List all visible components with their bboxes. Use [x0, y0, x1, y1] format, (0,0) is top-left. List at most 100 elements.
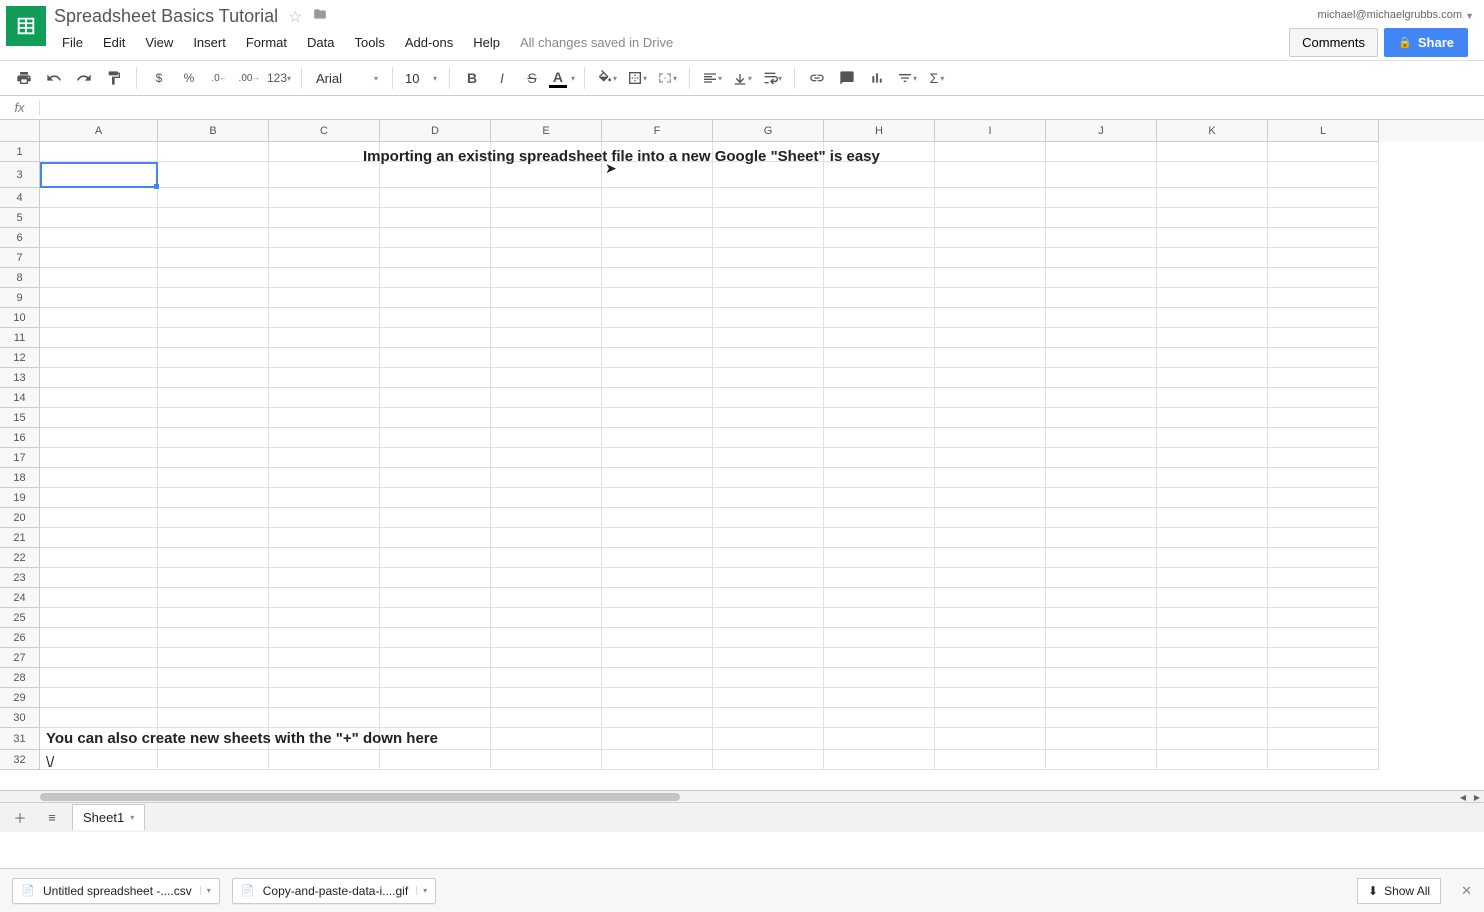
cell-C5[interactable] — [269, 208, 380, 228]
cell-F32[interactable] — [602, 750, 713, 770]
cell-C15[interactable] — [269, 408, 380, 428]
cell-B16[interactable] — [158, 428, 269, 448]
cell-L7[interactable] — [1268, 248, 1379, 268]
cell-I19[interactable] — [935, 488, 1046, 508]
add-sheet-button[interactable]: ＋ — [8, 806, 32, 830]
cell-F29[interactable] — [602, 688, 713, 708]
cell-B29[interactable] — [158, 688, 269, 708]
decrease-decimal-button[interactable]: .0← — [205, 64, 233, 92]
row-header-9[interactable]: 9 — [0, 288, 40, 308]
cell-A7[interactable] — [40, 248, 158, 268]
cell-A17[interactable] — [40, 448, 158, 468]
row-header-26[interactable]: 26 — [0, 628, 40, 648]
cell-D32[interactable] — [380, 750, 491, 770]
cell-K4[interactable] — [1157, 188, 1268, 208]
col-header-f[interactable]: F — [602, 120, 713, 142]
cell-C10[interactable] — [269, 308, 380, 328]
cell-L15[interactable] — [1268, 408, 1379, 428]
cell-A18[interactable] — [40, 468, 158, 488]
cell-C20[interactable] — [269, 508, 380, 528]
menu-addons[interactable]: Add-ons — [397, 31, 461, 54]
cell-L24[interactable] — [1268, 588, 1379, 608]
cell-C23[interactable] — [269, 568, 380, 588]
scroll-right-icon[interactable]: ▶ — [1470, 791, 1484, 803]
cell-B5[interactable] — [158, 208, 269, 228]
strikethrough-button[interactable]: S — [518, 64, 546, 92]
cell-J27[interactable] — [1046, 648, 1157, 668]
cell-K18[interactable] — [1157, 468, 1268, 488]
cell-I15[interactable] — [935, 408, 1046, 428]
row-header-21[interactable]: 21 — [0, 528, 40, 548]
row-header-22[interactable]: 22 — [0, 548, 40, 568]
cell-G11[interactable] — [713, 328, 824, 348]
cell-J26[interactable] — [1046, 628, 1157, 648]
cell-E17[interactable] — [491, 448, 602, 468]
cell-K15[interactable] — [1157, 408, 1268, 428]
cell-D10[interactable] — [380, 308, 491, 328]
row-header-20[interactable]: 20 — [0, 508, 40, 528]
cell-D28[interactable] — [380, 668, 491, 688]
cell-E31[interactable] — [491, 728, 602, 750]
cell-B13[interactable] — [158, 368, 269, 388]
col-header-k[interactable]: K — [1157, 120, 1268, 142]
cell-F4[interactable] — [602, 188, 713, 208]
cell-K25[interactable] — [1157, 608, 1268, 628]
cell-A16[interactable] — [40, 428, 158, 448]
cell-B23[interactable] — [158, 568, 269, 588]
cell-J19[interactable] — [1046, 488, 1157, 508]
cell-E26[interactable] — [491, 628, 602, 648]
functions-icon[interactable]: Σ▾ — [923, 64, 951, 92]
spreadsheet-grid[interactable]: ABCDEFGHIJKL 134567891011121314151617181… — [0, 120, 1484, 790]
cell-I28[interactable] — [935, 668, 1046, 688]
cell-I30[interactable] — [935, 708, 1046, 728]
cell-L14[interactable] — [1268, 388, 1379, 408]
cell-A6[interactable] — [40, 228, 158, 248]
cell-B25[interactable] — [158, 608, 269, 628]
cell-E27[interactable] — [491, 648, 602, 668]
cell-J32[interactable] — [1046, 750, 1157, 770]
cell-L21[interactable] — [1268, 528, 1379, 548]
cell-K1[interactable] — [1157, 142, 1268, 162]
cell-I6[interactable] — [935, 228, 1046, 248]
cell-J29[interactable] — [1046, 688, 1157, 708]
row-header-29[interactable]: 29 — [0, 688, 40, 708]
cell-L29[interactable] — [1268, 688, 1379, 708]
cell-K11[interactable] — [1157, 328, 1268, 348]
cell-G24[interactable] — [713, 588, 824, 608]
cell-D15[interactable] — [380, 408, 491, 428]
cell-C24[interactable] — [269, 588, 380, 608]
cell-H21[interactable] — [824, 528, 935, 548]
cell-L11[interactable] — [1268, 328, 1379, 348]
cell-G16[interactable] — [713, 428, 824, 448]
cell-F17[interactable] — [602, 448, 713, 468]
cell-A24[interactable] — [40, 588, 158, 608]
cell-I13[interactable] — [935, 368, 1046, 388]
cell-A13[interactable] — [40, 368, 158, 388]
cell-E14[interactable] — [491, 388, 602, 408]
cell-H9[interactable] — [824, 288, 935, 308]
cell-D21[interactable] — [380, 528, 491, 548]
cell-H29[interactable] — [824, 688, 935, 708]
cell-L19[interactable] — [1268, 488, 1379, 508]
font-select[interactable]: Arial▾ — [310, 71, 384, 86]
cell-D22[interactable] — [380, 548, 491, 568]
cell-L26[interactable] — [1268, 628, 1379, 648]
sheets-logo[interactable] — [6, 6, 46, 46]
cell-C21[interactable] — [269, 528, 380, 548]
cell-B19[interactable] — [158, 488, 269, 508]
cell-C29[interactable] — [269, 688, 380, 708]
cell-B28[interactable] — [158, 668, 269, 688]
cell-D19[interactable] — [380, 488, 491, 508]
cell-E18[interactable] — [491, 468, 602, 488]
cell-L4[interactable] — [1268, 188, 1379, 208]
cell-C25[interactable] — [269, 608, 380, 628]
cell-J28[interactable] — [1046, 668, 1157, 688]
cell-J5[interactable] — [1046, 208, 1157, 228]
cell-G14[interactable] — [713, 388, 824, 408]
cell-A20[interactable] — [40, 508, 158, 528]
cell-H18[interactable] — [824, 468, 935, 488]
cell-D7[interactable] — [380, 248, 491, 268]
cell-B10[interactable] — [158, 308, 269, 328]
cell-E13[interactable] — [491, 368, 602, 388]
cell-G13[interactable] — [713, 368, 824, 388]
